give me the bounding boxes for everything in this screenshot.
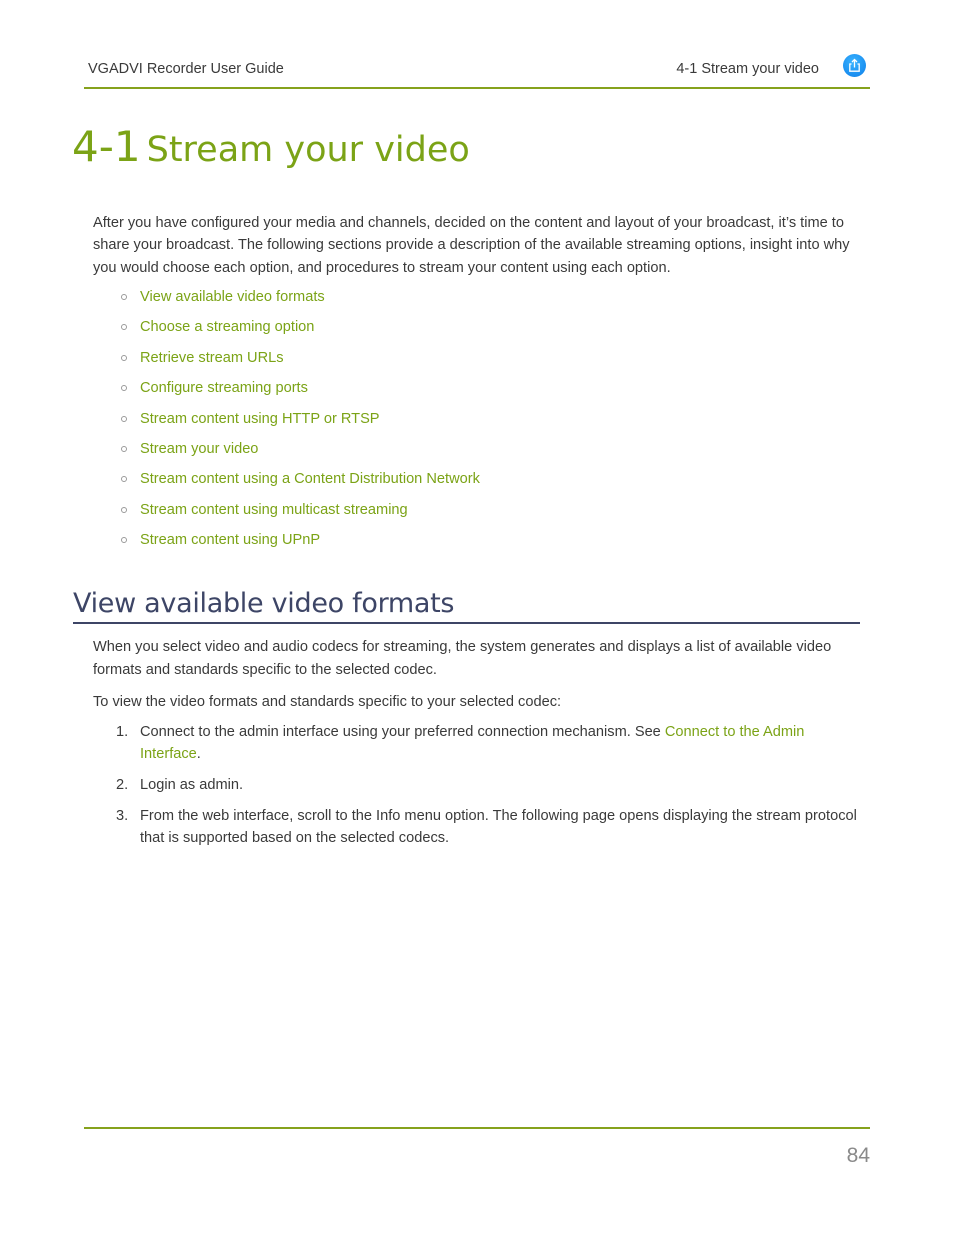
page-number: 84 [846, 1144, 870, 1167]
step-item: 3. From the web interface, scroll to the… [93, 805, 861, 850]
step-number: 2. [116, 777, 129, 794]
chapter-number: 4-1 [72, 122, 141, 171]
step-text: From the web interface, scroll to the In… [140, 807, 857, 847]
toc-item: Stream content using UPnP [118, 530, 480, 560]
section-toc: View available video formats Choose a st… [118, 287, 480, 561]
toc-link-view-formats[interactable]: View available video formats [140, 289, 325, 305]
bullet-icon [121, 415, 127, 422]
share-button[interactable] [843, 54, 866, 77]
bullet-icon [121, 537, 127, 544]
bullet-icon [121, 324, 127, 331]
step-text: Connect to the admin interface using you… [140, 724, 665, 740]
toc-link-configure-ports[interactable]: Configure streaming ports [140, 380, 308, 396]
toc-link-choose-option[interactable]: Choose a streaming option [140, 319, 314, 335]
toc-item: Stream content using a Content Distribut… [118, 469, 480, 499]
toc-link-upnp[interactable]: Stream content using UPnP [140, 532, 320, 548]
chapter-title-text: Stream your video [146, 130, 470, 170]
procedure-steps: 1. Connect to the admin interface using … [93, 721, 861, 858]
document-title: VGADVI Recorder User Guide [88, 61, 284, 77]
step-item: 2. Login as admin. [93, 774, 861, 796]
bullet-icon [121, 385, 127, 392]
running-section-title: 4-1 Stream your video [676, 61, 819, 77]
toc-item: Stream content using HTTP or RTSP [118, 409, 480, 439]
footer-divider [84, 1127, 870, 1129]
step-item: 1. Connect to the admin interface using … [93, 721, 861, 766]
bullet-icon [121, 294, 127, 300]
toc-item: Choose a streaming option [118, 317, 480, 347]
section-paragraph-1: When you select video and audio codecs f… [93, 639, 832, 678]
share-export-icon [849, 58, 860, 72]
section-paragraph-2: To view the video formats and standards … [93, 694, 562, 710]
toc-link-multicast[interactable]: Stream content using multicast streaming [140, 502, 408, 518]
toc-link-retrieve-urls[interactable]: Retrieve stream URLs [140, 350, 284, 366]
toc-link-stream-video[interactable]: Stream your video [140, 441, 258, 457]
toc-link-cdn[interactable]: Stream content using a Content Distribut… [140, 471, 480, 487]
section-heading: View available video formats [73, 588, 455, 619]
bullet-icon [121, 476, 127, 483]
page-header: VGADVI Recorder User Guide 4-1 Stream yo… [84, 52, 870, 88]
step-text: Login as admin. [140, 777, 244, 794]
header-divider [84, 87, 870, 89]
page-title: 4-1 Stream your video [72, 122, 470, 171]
bullet-icon [121, 445, 127, 452]
step-text-end: . [196, 746, 201, 763]
bullet-icon [121, 506, 127, 513]
toc-item: Configure streaming ports [118, 378, 480, 408]
toc-item: Retrieve stream URLs [118, 348, 480, 378]
toc-item: Stream content using multicast streaming [118, 500, 480, 530]
intro-paragraph: After you have configured your media and… [93, 215, 850, 276]
step-number: 1. [116, 724, 129, 740]
step-number: 3. [116, 807, 129, 824]
toc-link-http-rtsp[interactable]: Stream content using HTTP or RTSP [140, 411, 380, 427]
section-divider [73, 622, 860, 624]
toc-item: Stream your video [118, 439, 480, 469]
bullet-icon [121, 354, 127, 361]
toc-item: View available video formats [118, 287, 480, 317]
